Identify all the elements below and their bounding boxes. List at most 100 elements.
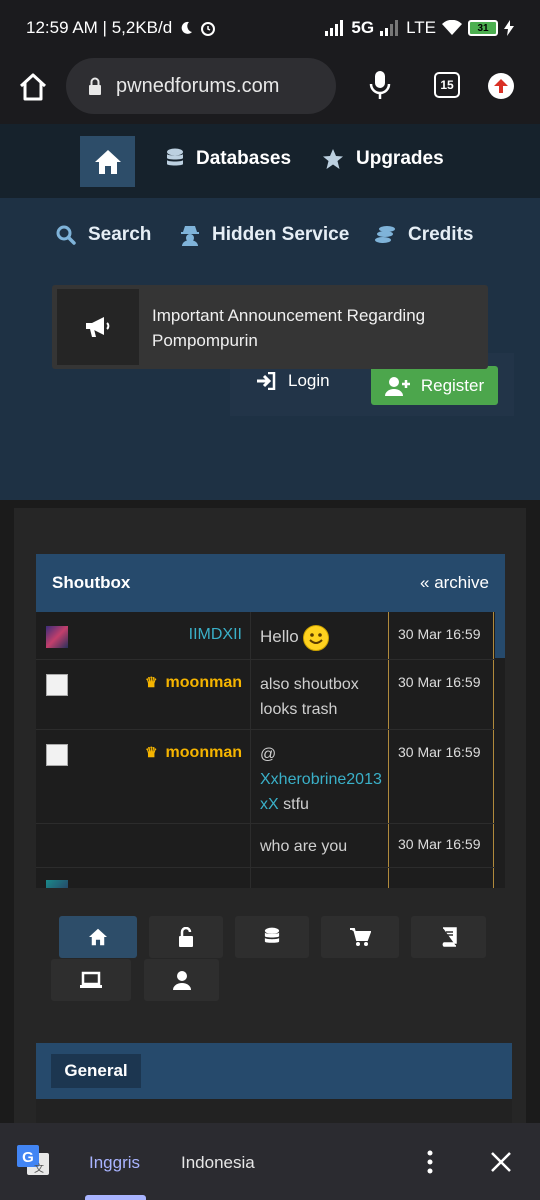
site-home-button[interactable] — [80, 136, 135, 187]
shoutbox-title: Shoutbox — [52, 573, 131, 592]
shout-username[interactable]: ♛ moonman — [145, 674, 242, 692]
shout-timestamp: 30 Mar 16:59 — [388, 660, 494, 729]
mic-icon[interactable] — [368, 70, 392, 100]
smiley-emoji-icon — [303, 624, 330, 651]
nav-search[interactable]: Search — [56, 224, 151, 246]
shout-message: also shoutbox looks trash — [260, 676, 359, 718]
star-icon — [323, 149, 343, 169]
avatar[interactable] — [46, 880, 68, 888]
signal2-icon — [380, 20, 399, 36]
status-bar: 12:59 AM | 5,2KB/d 5G LTE 31 — [0, 0, 540, 56]
search-icon — [56, 225, 76, 245]
column-divider — [250, 660, 251, 729]
announcement-icon-box — [57, 289, 139, 365]
megaphone-icon — [86, 317, 110, 337]
update-icon[interactable] — [488, 73, 514, 99]
network2-label: LTE — [406, 18, 436, 37]
quick-laptop-button[interactable] — [51, 959, 131, 1001]
signal-icon — [325, 20, 344, 36]
cart-icon — [350, 928, 371, 946]
site-primary-nav: Databases Upgrades — [0, 124, 540, 198]
general-section-title[interactable]: General — [51, 1054, 141, 1088]
crown-icon: ♛ — [144, 744, 158, 760]
svg-text:文: 文 — [34, 1162, 44, 1175]
laptop-icon — [80, 971, 102, 988]
spy-icon — [181, 226, 199, 246]
nav-hidden-service[interactable]: Hidden Service — [180, 224, 349, 246]
url-text: pwnedforums.com — [116, 74, 280, 97]
book-icon — [442, 927, 457, 947]
shout-message: who are you — [260, 838, 348, 855]
tab-switcher-button[interactable]: 15 — [434, 72, 460, 98]
more-options-icon[interactable] — [420, 1149, 440, 1175]
lock-icon — [89, 77, 101, 95]
quick-profile-button[interactable] — [144, 959, 219, 1001]
moon-icon — [181, 21, 193, 34]
crown-icon: ♛ — [144, 674, 158, 690]
network-label: 5G — [351, 18, 375, 37]
charging-icon — [504, 20, 514, 36]
column-divider — [250, 730, 251, 823]
announcement-text: Important Announcement Regarding Pompomp… — [152, 306, 426, 350]
translate-target-tab[interactable]: Indonesia — [181, 1153, 255, 1173]
quick-cart-button[interactable] — [321, 916, 399, 958]
browser-toolbar: pwnedforums.com 15 — [0, 56, 540, 124]
general-section: General — [36, 1043, 512, 1123]
sign-in-icon — [257, 372, 276, 390]
nav-upgrades[interactable]: Upgrades — [322, 148, 444, 170]
active-tab-indicator — [85, 1195, 146, 1200]
coins-icon — [375, 226, 395, 243]
shout-username[interactable]: IIMDXII — [189, 626, 242, 644]
browser-home-icon[interactable] — [18, 72, 48, 102]
shout-timestamp: 30 Mar 16:59 — [388, 612, 494, 659]
shout-row: IIMDXII Hello 30 Mar 16:59 — [36, 612, 495, 660]
translate-source-tab[interactable]: Inggris — [89, 1153, 140, 1173]
avatar[interactable] — [46, 674, 68, 696]
shout-row: who are you 30 Mar 16:59 — [36, 824, 495, 868]
alarm-icon — [201, 22, 216, 36]
svg-text:G: G — [22, 1149, 34, 1166]
shoutbox-scrollbar[interactable] — [495, 612, 505, 658]
quick-book-button[interactable] — [411, 916, 486, 958]
wifi-icon — [442, 20, 462, 35]
site-secondary-area: Search Hidden Service Credits Login Regi… — [0, 198, 540, 500]
announcement-banner[interactable]: Important Announcement Regarding Pompomp… — [52, 285, 488, 369]
home-icon — [94, 149, 121, 174]
home-icon — [89, 928, 107, 946]
quick-database-button[interactable] — [235, 916, 309, 958]
database-icon — [167, 148, 183, 166]
login-button[interactable]: Login — [256, 371, 330, 391]
url-bar[interactable]: pwnedforums.com — [66, 58, 336, 114]
column-divider — [250, 824, 251, 867]
status-time: 12:59 AM | 5,2KB/d — [26, 18, 173, 37]
shout-timestamp-partial — [388, 868, 494, 888]
add-user-icon — [384, 376, 410, 396]
database-icon — [264, 927, 280, 943]
column-divider — [250, 612, 251, 659]
nav-credits[interactable]: Credits — [374, 224, 473, 246]
shout-message: Hello — [260, 624, 388, 651]
shout-timestamp: 30 Mar 16:59 — [388, 824, 494, 867]
shoutbox-header: Shoutbox « archive — [36, 554, 505, 612]
shoutbox-archive-link[interactable]: « archive — [420, 573, 489, 593]
shoutbox: Shoutbox « archive IIMDXII Hello 30 Mar … — [36, 554, 505, 888]
register-button[interactable]: Register — [371, 366, 498, 405]
quick-home-button[interactable] — [59, 916, 137, 958]
unlock-icon — [179, 927, 193, 947]
avatar[interactable] — [46, 626, 68, 648]
nav-databases[interactable]: Databases — [166, 148, 291, 170]
avatar[interactable] — [46, 744, 68, 766]
shout-row-partial — [36, 868, 495, 888]
battery-icon: 31 — [468, 20, 498, 36]
shout-username[interactable]: ♛ moonman — [145, 744, 242, 762]
translate-bar: G 文 Inggris Indonesia — [0, 1123, 540, 1200]
user-icon — [172, 971, 191, 990]
shout-row: ♛ moonman @ Xxherobrine2013xX stfu 30 Mar… — [36, 730, 495, 824]
close-icon[interactable] — [489, 1150, 513, 1174]
shout-timestamp: 30 Mar 16:59 — [388, 730, 494, 823]
general-section-body — [36, 1099, 512, 1123]
google-translate-icon: G 文 — [17, 1145, 49, 1175]
shout-row: ♛ moonman also shoutbox looks trash 30 Ma… — [36, 660, 495, 730]
quick-unlock-button[interactable] — [149, 916, 223, 958]
column-divider — [250, 868, 251, 888]
